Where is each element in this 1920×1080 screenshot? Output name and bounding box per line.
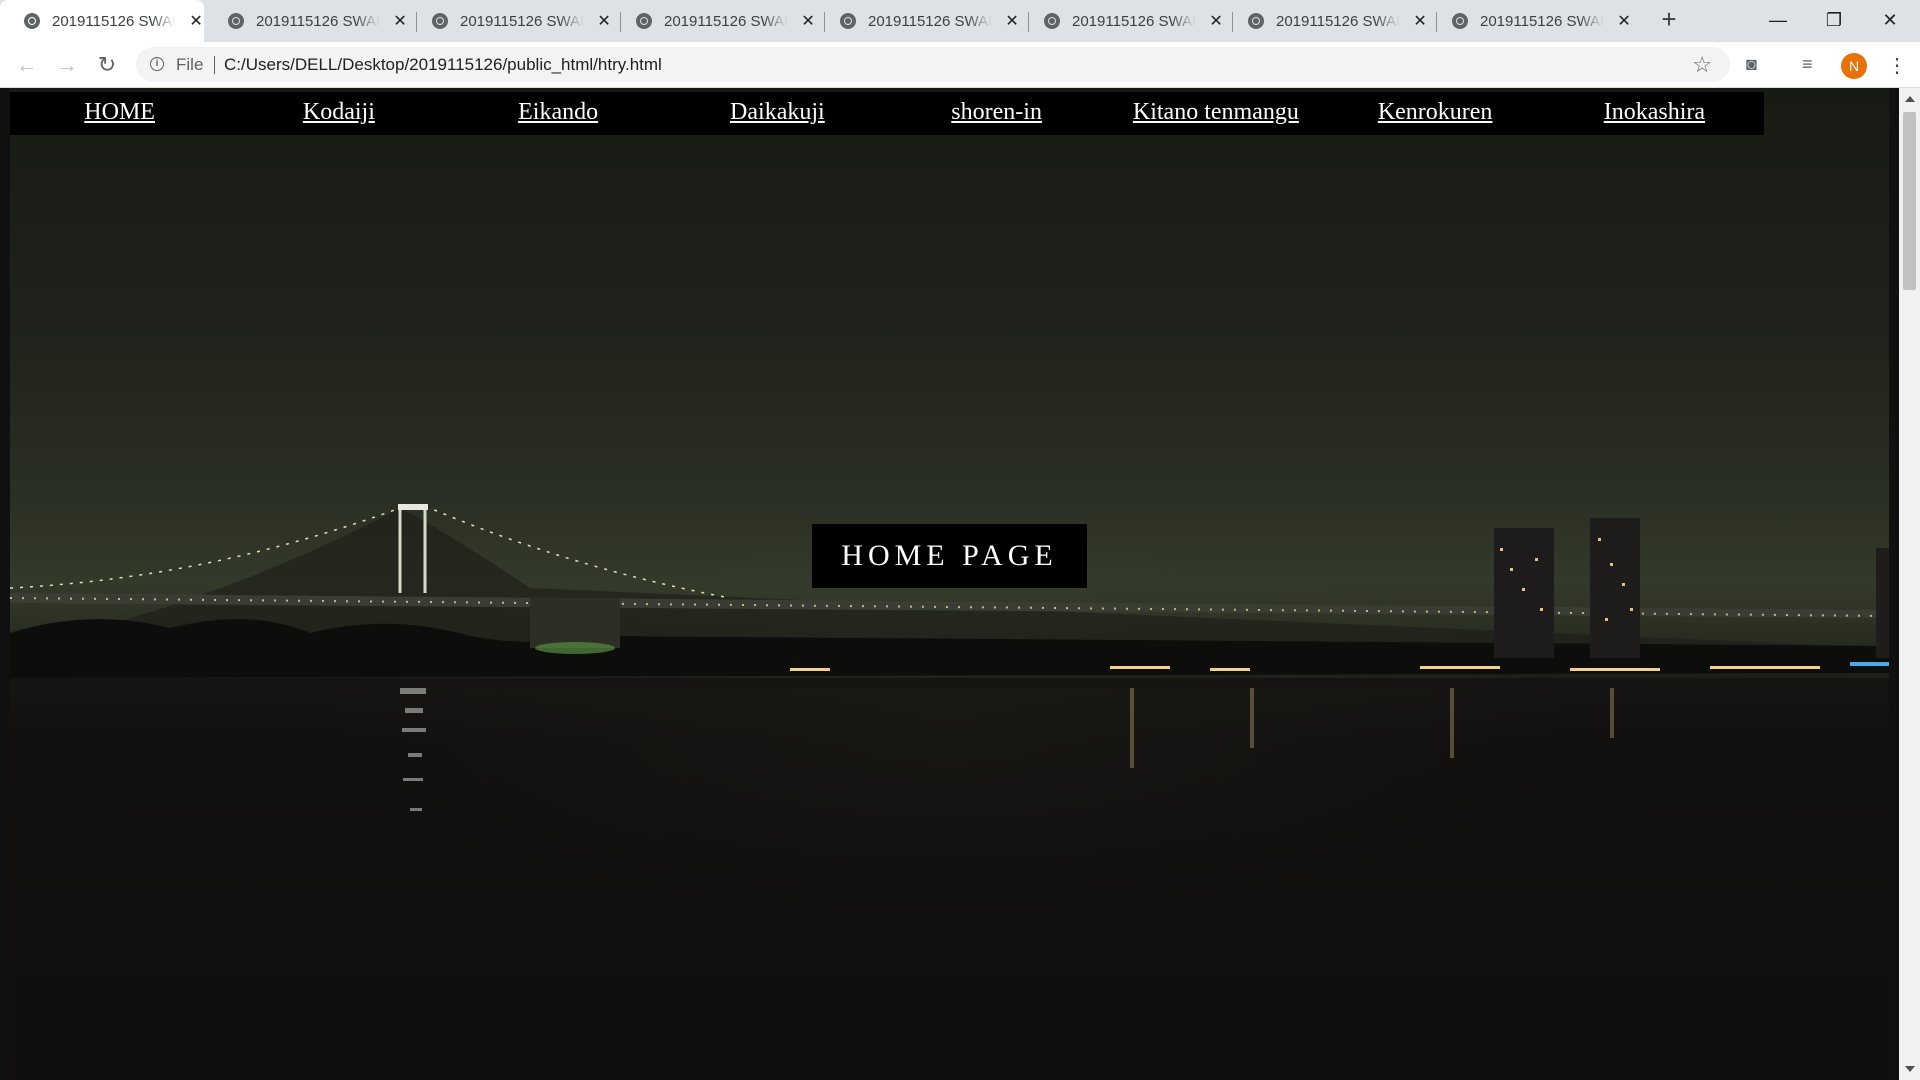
tab[interactable]: 2019115126 SWAN ✕	[612, 0, 816, 42]
close-icon[interactable]: ✕	[1616, 11, 1632, 31]
address-bar[interactable]: i File C:/Users/DELL/Desktop/2019115126/…	[136, 47, 1730, 82]
forward-button[interactable]: →	[52, 50, 82, 80]
new-tab-button[interactable]: +	[1655, 6, 1683, 34]
tab[interactable]: 2019115126 SWAN ✕	[1224, 0, 1428, 42]
browser-toolbar: ← → ↻ i File C:/Users/DELL/Desktop/20191…	[0, 42, 1920, 88]
close-icon[interactable]: ✕	[1004, 11, 1020, 31]
nav-link-shoren-in[interactable]: shoren-in	[887, 92, 1106, 135]
tab[interactable]: 2019115126 SWAN ✕	[1428, 0, 1632, 42]
back-button[interactable]: ←	[12, 50, 42, 80]
nav-link-kodaiji[interactable]: Kodaiji	[229, 92, 448, 135]
tab[interactable]: 2019115126 SWAN ✕	[816, 0, 1020, 42]
restore-button[interactable]: ❐	[1806, 0, 1862, 40]
close-icon[interactable]: ✕	[1208, 11, 1224, 31]
close-window-button[interactable]: ✕	[1862, 0, 1918, 40]
tab[interactable]: 2019115126 SWAN ✕	[204, 0, 408, 42]
tab[interactable]: 2019115126 SWAN ✕	[408, 0, 612, 42]
tab-title: 2019115126 SWAN	[868, 12, 993, 30]
nav-link-inokashira[interactable]: Inokashira	[1545, 92, 1764, 135]
scroll-thumb[interactable]	[1903, 112, 1916, 290]
site-navbar: HOME Kodaiji Eikando Daikakuji shoren-in…	[10, 92, 1764, 135]
bookmark-star-icon[interactable]: ☆	[1692, 52, 1712, 78]
globe-icon	[24, 13, 40, 29]
scroll-down-arrow-icon[interactable]	[1905, 1066, 1915, 1072]
close-icon[interactable]: ✕	[188, 11, 204, 31]
info-icon[interactable]: i	[150, 57, 164, 71]
tab-title: 2019115126 SWAN	[460, 12, 585, 30]
url-scheme: File	[176, 55, 204, 74]
close-icon[interactable]: ✕	[1412, 11, 1428, 31]
scroll-up-arrow-icon[interactable]	[1905, 96, 1915, 102]
globe-icon	[432, 13, 448, 29]
minimize-button[interactable]: —	[1750, 0, 1806, 40]
tab-strip: 2019115126 SWAN ✕ 2019115126 SWAN ✕ 2019…	[0, 0, 1920, 42]
globe-icon	[1248, 13, 1264, 29]
tab[interactable]: 2019115126 SWAN ✕	[0, 0, 204, 42]
nav-link-kenrokuren[interactable]: Kenrokuren	[1326, 92, 1545, 135]
url-text[interactable]: C:/Users/DELL/Desktop/2019115126/public_…	[224, 55, 662, 75]
reload-button[interactable]: ↻	[92, 50, 122, 80]
nav-link-eikando[interactable]: Eikando	[449, 92, 668, 135]
camera-icon[interactable]: ◙	[1746, 54, 1757, 75]
tab-title: 2019115126 SWAN	[1276, 12, 1401, 30]
omnibox-divider	[214, 56, 215, 74]
avatar[interactable]: N	[1841, 53, 1867, 79]
close-icon[interactable]: ✕	[800, 11, 816, 31]
globe-icon	[636, 13, 652, 29]
tab-title: 2019115126 SWAN	[1480, 12, 1605, 30]
globe-icon	[1044, 13, 1060, 29]
menu-icon[interactable]: ⋮	[1887, 52, 1907, 80]
tab-title: 2019115126 SWAN	[664, 12, 789, 30]
close-icon[interactable]: ✕	[392, 11, 408, 31]
tab[interactable]: 2019115126 SWAN ✕	[1020, 0, 1224, 42]
page-viewport: HOME Kodaiji Eikando Daikakuji shoren-in…	[0, 88, 1899, 1080]
globe-icon	[840, 13, 856, 29]
nav-link-kitano-tenmangu[interactable]: Kitano tenmangu	[1106, 92, 1325, 135]
globe-icon	[228, 13, 244, 29]
page-scrollbar[interactable]	[1899, 88, 1920, 1080]
tab-title: 2019115126 SWAN	[52, 12, 177, 30]
media-control-icon[interactable]: ≡	[1802, 54, 1813, 75]
tab-title: 2019115126 SWAN	[256, 12, 381, 30]
globe-icon	[1452, 13, 1468, 29]
hero-title: HOME PAGE	[812, 524, 1087, 588]
tab-title: 2019115126 SWAN	[1072, 12, 1197, 30]
close-icon[interactable]: ✕	[596, 11, 612, 31]
nav-link-home[interactable]: HOME	[10, 92, 229, 135]
nav-link-daikakuji[interactable]: Daikakuji	[668, 92, 887, 135]
